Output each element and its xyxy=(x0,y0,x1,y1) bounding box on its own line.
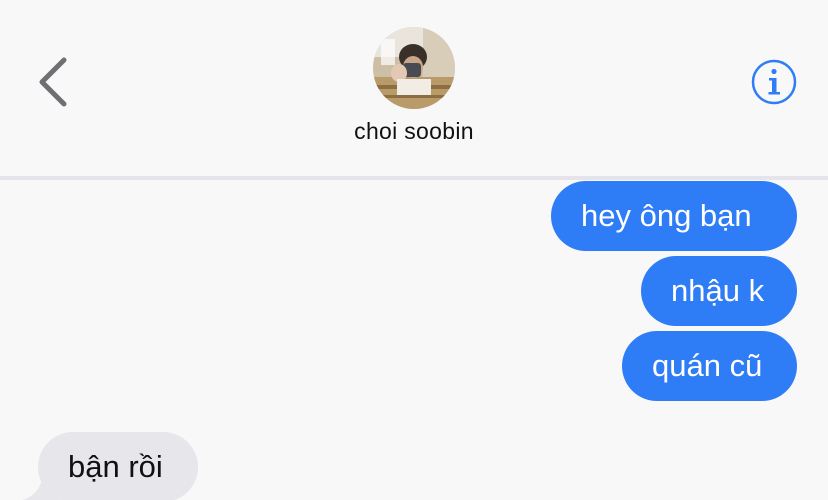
messages-screen: choi soobin hey ông bạn nhậu k quán cũ b… xyxy=(0,0,828,500)
back-button[interactable] xyxy=(30,52,78,112)
info-circle-icon xyxy=(751,59,797,105)
message-bubble-sent[interactable]: nhậu k xyxy=(641,256,797,326)
chevron-left-icon xyxy=(39,57,67,107)
message-bubble-sent[interactable]: quán cũ xyxy=(622,331,797,401)
info-button[interactable] xyxy=(750,58,798,106)
header-divider xyxy=(0,176,828,180)
contact-name[interactable]: choi soobin xyxy=(0,118,828,145)
conversation-header: choi soobin xyxy=(0,0,828,176)
contact-avatar[interactable] xyxy=(373,27,455,109)
avatar-photo xyxy=(373,27,455,109)
message-bubble-sent[interactable]: hey ông bạn xyxy=(551,181,797,251)
message-bubble-received[interactable]: bận rồi xyxy=(38,432,198,500)
